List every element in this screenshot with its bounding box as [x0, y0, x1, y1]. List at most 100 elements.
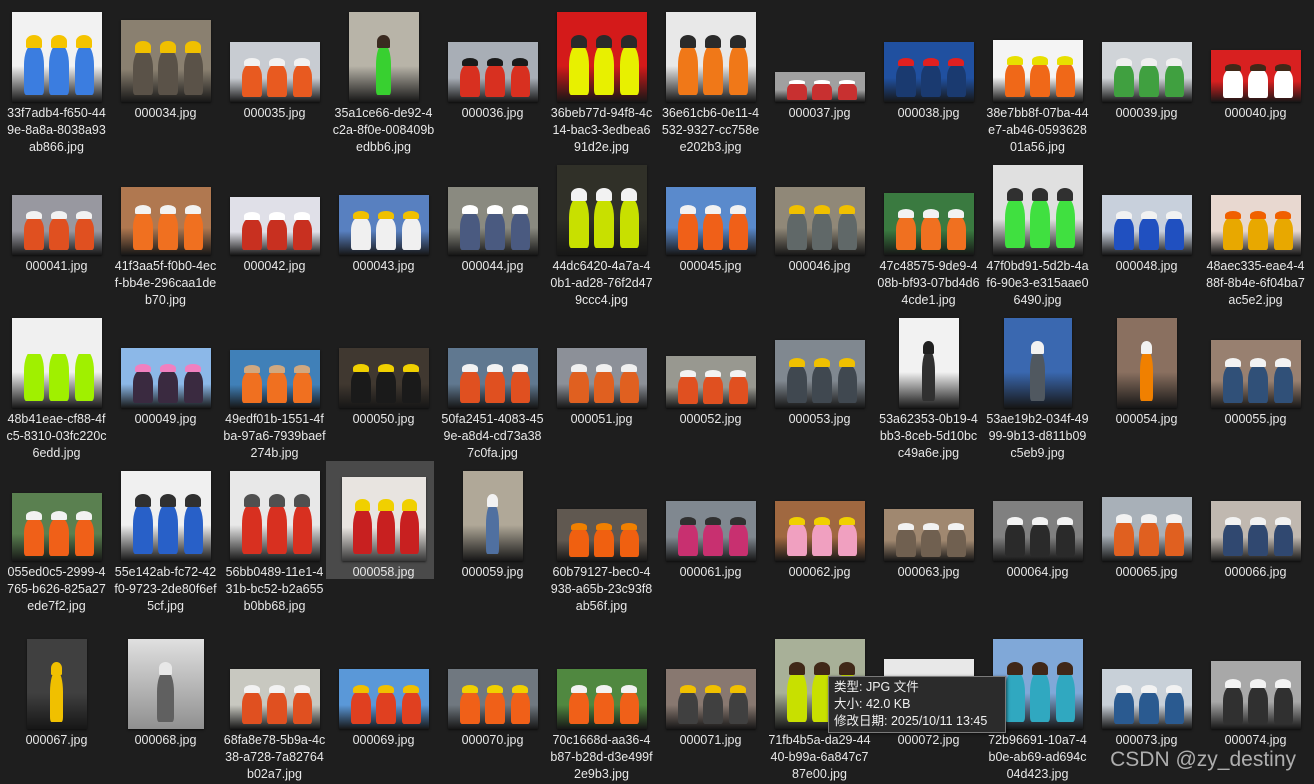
thumbnail-image[interactable]	[1101, 195, 1192, 255]
file-item[interactable]: 48b41eae-cf88-4fc5-8310-03fc220c6edd.jpg	[2, 312, 111, 462]
file-item[interactable]: 000062.jpg	[765, 465, 874, 581]
file-item[interactable]: 000039.jpg	[1092, 6, 1201, 122]
thumbnail-image[interactable]	[120, 471, 211, 561]
thumbnail-image[interactable]	[447, 669, 538, 729]
file-item[interactable]: 000061.jpg	[656, 465, 765, 581]
thumbnail-image[interactable]	[447, 187, 538, 255]
file-item[interactable]: 000052.jpg	[656, 312, 765, 428]
file-item[interactable]: 000035.jpg	[220, 6, 329, 122]
thumbnail-image[interactable]	[992, 639, 1083, 729]
thumbnail-image[interactable]	[665, 187, 756, 255]
thumbnail-image[interactable]	[229, 197, 320, 255]
thumbnail-image[interactable]	[1003, 318, 1072, 408]
thumbnail-image[interactable]	[447, 348, 538, 408]
thumbnail-image[interactable]	[556, 165, 647, 255]
thumbnail-image[interactable]	[883, 509, 974, 561]
file-item[interactable]: 000048.jpg	[1092, 159, 1201, 275]
file-item[interactable]: 000068.jpg	[111, 633, 220, 749]
file-item[interactable]: 000044.jpg	[438, 159, 547, 275]
file-item[interactable]: 000059.jpg	[438, 465, 547, 581]
file-item[interactable]: 44dc6420-4a7a-40b1-ad28-76f2d479ccc4.jpg	[547, 159, 656, 309]
thumbnail-image[interactable]	[992, 165, 1083, 255]
thumbnail-image[interactable]	[1116, 318, 1177, 408]
thumbnail-image[interactable]	[1101, 669, 1192, 729]
file-item[interactable]: 000067.jpg	[2, 633, 111, 749]
file-item[interactable]: 55e142ab-fc72-42f0-9723-2de80f6ef5cf.jpg	[111, 465, 220, 615]
thumbnail-image[interactable]	[120, 348, 211, 408]
file-item[interactable]: 000070.jpg	[438, 633, 547, 749]
file-item[interactable]: 33f7adb4-f650-449e-8a8a-8038a93ab866.jpg	[2, 6, 111, 156]
thumbnail-image[interactable]	[556, 509, 647, 561]
thumbnail-image[interactable]	[229, 350, 320, 408]
thumbnail-image[interactable]	[11, 12, 102, 102]
thumbnail-image[interactable]	[665, 669, 756, 729]
file-item[interactable]: 49edf01b-1551-4fba-97a6-7939baef274b.jpg	[220, 312, 329, 462]
thumbnail-image[interactable]	[1210, 661, 1301, 729]
file-item[interactable]: 000058.jpg	[326, 461, 438, 581]
file-item[interactable]: 41f3aa5f-f0b0-4ecf-bb4e-296caa1deb70.jpg	[111, 159, 220, 309]
file-item[interactable]: 60b79127-bec0-4938-a65b-23c93f8ab56f.jpg	[547, 465, 656, 615]
thumbnail-image[interactable]	[883, 193, 974, 255]
file-item[interactable]: 50fa2451-4083-459e-a8d4-cd73a387c0fa.jpg	[438, 312, 547, 462]
file-item[interactable]: 68fa8e78-5b9a-4c38-a728-7a82764b02a7.jpg	[220, 633, 329, 783]
file-item[interactable]: 53a62353-0b19-4bb3-8ceb-5d10bcc49a6e.jpg	[874, 312, 983, 462]
thumbnail-image[interactable]	[665, 501, 756, 561]
file-item[interactable]: 000053.jpg	[765, 312, 874, 428]
thumbnail-image[interactable]	[774, 187, 865, 255]
file-item[interactable]: 000055.jpg	[1201, 312, 1310, 428]
thumbnail-image[interactable]	[774, 501, 865, 561]
thumbnail-image[interactable]	[341, 477, 426, 561]
thumbnail-image[interactable]	[556, 348, 647, 408]
file-item[interactable]: 36e61cb6-0e11-4532-9327-cc758ee202b3.jpg	[656, 6, 765, 156]
thumbnail-image[interactable]	[556, 669, 647, 729]
thumbnail-image[interactable]	[338, 669, 429, 729]
thumbnail-image[interactable]	[447, 42, 538, 102]
file-item[interactable]: 000063.jpg	[874, 465, 983, 581]
file-item[interactable]: 000038.jpg	[874, 6, 983, 122]
thumbnail-image[interactable]	[1210, 501, 1301, 561]
thumbnail-image[interactable]	[1101, 42, 1192, 102]
file-item[interactable]: 56bb0489-11e1-431b-bc52-b2a655b0bb68.jpg	[220, 465, 329, 615]
file-item[interactable]: 000040.jpg	[1201, 6, 1310, 122]
thumbnail-image[interactable]	[127, 639, 204, 729]
file-item[interactable]: 055ed0c5-2999-4765-b626-825a27ede7f2.jpg	[2, 465, 111, 615]
file-item[interactable]: 000073.jpg	[1092, 633, 1201, 749]
file-item[interactable]: 000064.jpg	[983, 465, 1092, 581]
file-item[interactable]: 47c48575-9de9-408b-bf93-07bd4d64cde1.jpg	[874, 159, 983, 309]
file-item[interactable]: 70c1668d-aa36-4b87-b28d-d3e499f2e9b3.jpg	[547, 633, 656, 783]
thumbnail-image[interactable]	[774, 72, 865, 102]
file-item[interactable]: 000049.jpg	[111, 312, 220, 428]
thumbnail-image[interactable]	[665, 12, 756, 102]
file-item[interactable]: 000066.jpg	[1201, 465, 1310, 581]
thumbnail-image[interactable]	[992, 501, 1083, 561]
file-item[interactable]: 000065.jpg	[1092, 465, 1201, 581]
thumbnail-image[interactable]	[556, 12, 647, 102]
file-item[interactable]: 000071.jpg	[656, 633, 765, 749]
file-item[interactable]: 000069.jpg	[329, 633, 438, 749]
thumbnail-image[interactable]	[338, 195, 429, 255]
file-item[interactable]: 000054.jpg	[1092, 312, 1201, 428]
thumbnail-image[interactable]	[1210, 340, 1301, 408]
file-item[interactable]: 000036.jpg	[438, 6, 547, 122]
thumbnail-image[interactable]	[229, 669, 320, 729]
file-item[interactable]: 000045.jpg	[656, 159, 765, 275]
file-item[interactable]: 000034.jpg	[111, 6, 220, 122]
thumbnail-image[interactable]	[229, 42, 320, 102]
thumbnail-image[interactable]	[883, 42, 974, 102]
thumbnail-image[interactable]	[11, 318, 102, 408]
file-item[interactable]: 000037.jpg	[765, 6, 874, 122]
thumbnail-image[interactable]	[229, 471, 320, 561]
thumbnail-image[interactable]	[665, 356, 756, 408]
file-item[interactable]: 000051.jpg	[547, 312, 656, 428]
file-item[interactable]: 000041.jpg	[2, 159, 111, 275]
file-item[interactable]: 000042.jpg	[220, 159, 329, 275]
file-item[interactable]: 48aec335-eae4-488f-8b4e-6f04ba7ac5e2.jpg	[1201, 159, 1310, 309]
file-item[interactable]: 000050.jpg	[329, 312, 438, 428]
thumbnail-image[interactable]	[462, 471, 523, 561]
file-item[interactable]: 000046.jpg	[765, 159, 874, 275]
thumbnail-image[interactable]	[1210, 195, 1301, 255]
thumbnail-image[interactable]	[348, 12, 419, 102]
file-item[interactable]: 36beb77d-94f8-4c14-bac3-3edbea691d2e.jpg	[547, 6, 656, 156]
file-item[interactable]: 000043.jpg	[329, 159, 438, 275]
file-item[interactable]: 35a1ce66-de92-4c2a-8f0e-008409bedbb6.jpg	[329, 6, 438, 156]
